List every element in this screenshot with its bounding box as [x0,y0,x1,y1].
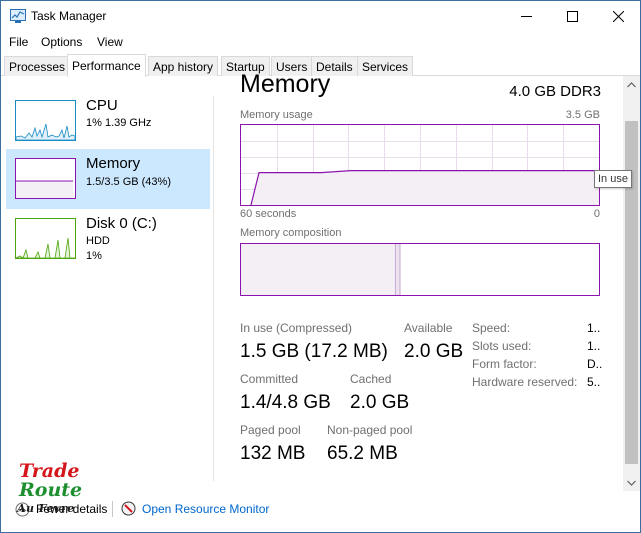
watermark-line-2: Route [19,479,83,501]
memory-spec: 4.0 GB DDR3 [509,83,601,100]
memory-usage-area [251,170,599,205]
scroll-down-arrow[interactable] [623,474,640,491]
form-factor-value: D.. [587,357,603,371]
vertical-scrollbar[interactable] [623,76,640,491]
composition-in-use-segment [241,244,395,295]
page-title: Memory [240,70,331,98]
tab-performance[interactable]: Performance [67,54,146,77]
minimize-icon [520,16,532,17]
composition-modified-segment [395,244,400,295]
hardware-reserved-value: 5.. [587,375,601,389]
sidebar-disk-usage: 1% [86,250,102,262]
sidebar-disk-type: HDD [86,235,110,247]
graph-time-left: 60 seconds [240,208,297,220]
speed-value: 1.. [587,321,601,335]
close-button[interactable] [595,1,641,32]
committed-label: Committed [240,372,299,386]
non-paged-pool-value: 65.2 MB [327,443,398,464]
task-manager-icon [10,9,26,23]
slots-used-label: Slots used: [472,339,532,353]
sidebar-disk-title: Disk 0 (C:) [86,215,157,232]
speed-label: Speed: [472,321,511,335]
paged-pool-label: Paged pool [240,423,301,437]
hardware-reserved-label: Hardware reserved: [472,375,578,389]
sidebar-divider [213,96,214,481]
graph-tooltip: In use [594,170,632,188]
menu-options[interactable]: Options [41,35,82,49]
sidebar-memory-title: Memory [86,155,141,172]
form-factor-label: Form factor: [472,357,537,371]
sidebar-cpu-detail: 1% 1.39 GHz [86,117,152,129]
memory-composition-label: Memory composition [240,227,342,239]
sidebar-memory-detail: 1.5/3.5 GB (43%) [86,176,171,188]
footer-divider [112,501,113,517]
tab-services[interactable]: Services [357,56,414,76]
committed-value: 1.4/4.8 GB [240,392,331,413]
sidebar-item-disk[interactable]: Disk 0 (C:) HDD 1% [6,209,210,269]
maximize-icon [566,11,578,22]
resource-sidebar: CPU 1% 1.39 GHz Memory 1.5/3.5 GB (43%) [1,76,213,491]
memory-usage-max: 3.5 GB [565,109,600,121]
in-use-label: In use (Compressed) [240,321,353,335]
paged-pool-value: 132 MB [240,443,306,464]
window-title: Task Manager [31,9,107,23]
menu-bar: File Options View [1,32,640,52]
menu-view[interactable]: View [97,35,123,49]
memory-composition-bar[interactable] [240,243,600,296]
scroll-up-arrow[interactable] [623,76,640,93]
memory-detail-panel: Memory 4.0 GB DDR3 Memory usage 3.5 GB 6… [240,70,603,491]
graph-time-right: 0 [593,208,600,220]
sidebar-item-memory[interactable]: Memory 1.5/3.5 GB (43%) [6,149,210,209]
chevron-up-icon [627,81,636,87]
chevron-down-icon [627,480,636,486]
sidebar-item-cpu[interactable]: CPU 1% 1.39 GHz [6,91,210,151]
cached-value: 2.0 GB [350,392,410,413]
available-label: Available [404,321,453,335]
maximize-button[interactable] [549,1,595,32]
task-manager-window: Task Manager File Options View Processes… [0,0,641,533]
non-paged-pool-label: Non-paged pool [327,423,413,437]
memory-usage-chart [241,125,599,206]
sidebar-cpu-title: CPU [86,97,118,114]
cpu-thumbnail-graph [15,100,76,141]
tab-app-history[interactable]: App history [148,56,219,76]
memory-composition-chart [241,244,401,295]
available-value: 2.0 GB [404,341,464,362]
cached-label: Cached [350,372,392,386]
close-icon [612,11,624,22]
title-bar: Task Manager [1,1,640,32]
watermark-line-3: Au Fevre [17,502,75,515]
tab-processes[interactable]: Processes [4,56,71,76]
memory-usage-label: Memory usage [240,109,313,121]
menu-file[interactable]: File [9,35,28,49]
resource-monitor-icon[interactable] [121,501,136,516]
trade-route-watermark-logo: Trade Route Au Fevre [15,460,85,522]
footer-bar: Fewer details Open Resource Monitor [1,491,640,532]
memory-thumbnail-graph [15,158,76,199]
slots-used-value: 1.. [587,339,601,353]
minimize-button[interactable] [503,1,549,32]
performance-pane: CPU 1% 1.39 GHz Memory 1.5/3.5 GB (43%) [1,70,640,491]
memory-usage-graph[interactable] [240,124,600,206]
disk-thumbnail-graph [15,218,76,259]
open-resource-monitor-link[interactable]: Open Resource Monitor [142,502,269,516]
in-use-value: 1.5 GB (17.2 MB) [240,341,388,362]
